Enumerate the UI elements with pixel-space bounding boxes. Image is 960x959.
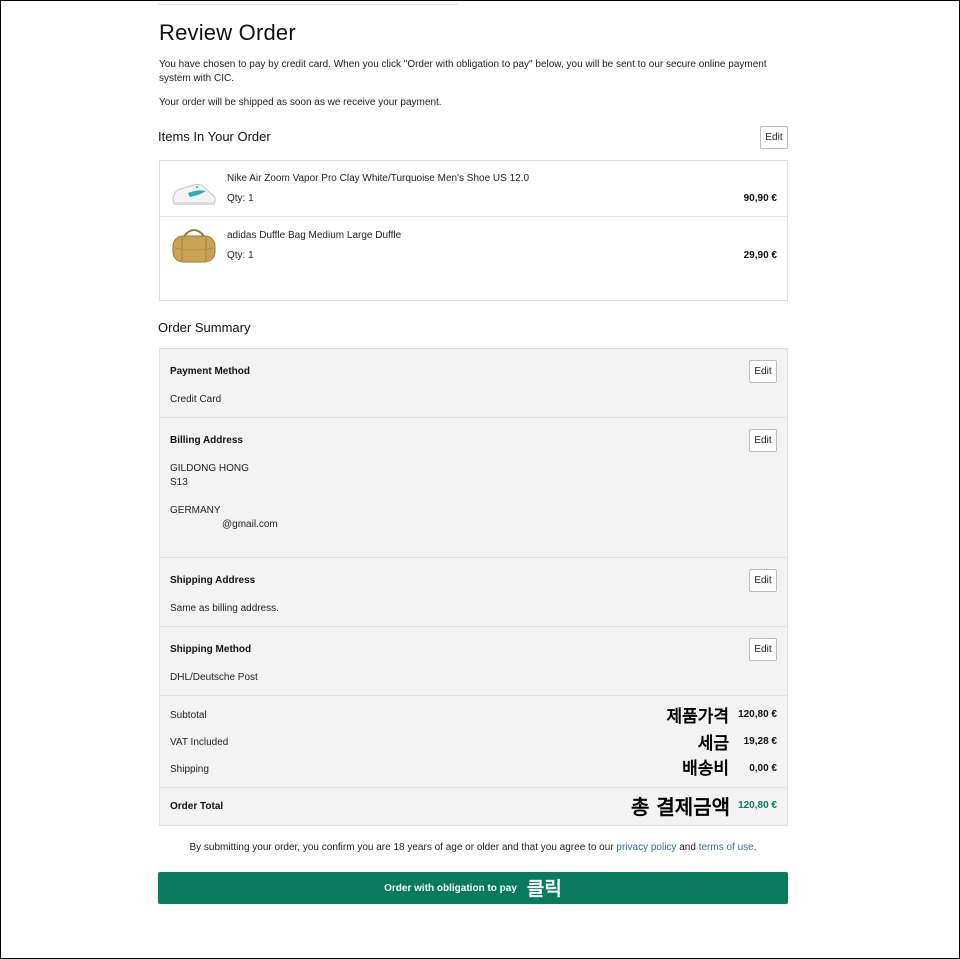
shoe-image — [170, 169, 218, 211]
billing-address-section: Billing Address Edit GILDONG HONG S13 GE… — [160, 418, 787, 558]
payment-method-heading: Payment Method — [170, 366, 251, 377]
order-total-row: Order Total 총 결제금액 120,80 € — [160, 795, 787, 825]
edit-shipping-address-button[interactable]: Edit — [749, 569, 777, 592]
order-summary-title: Order Summary — [158, 320, 251, 335]
subtotal-value: 120,80 € — [738, 709, 777, 720]
shipping-method-section: Shipping Method Edit DHL/Deutsche Post — [160, 627, 787, 696]
item-price: 90,90 € — [743, 193, 777, 204]
intro-text: You have chosen to pay by credit card. W… — [159, 59, 767, 84]
item-name: Nike Air Zoom Vapor Pro Clay White/Turqu… — [227, 173, 530, 184]
order-summary-panel: Payment Method Edit Credit Card Billing … — [159, 348, 788, 826]
billing-country: GERMANY — [170, 505, 221, 516]
terms-prefix: By submitting your order, you confirm yo… — [189, 842, 614, 853]
shipping-method-value: DHL/Deutsche Post — [170, 672, 258, 683]
terms-and: and — [679, 842, 696, 853]
item-price: 29,90 € — [743, 250, 777, 261]
shipping-cost-annotation: 배송비 — [682, 759, 729, 779]
shipping-method-heading: Shipping Method — [170, 644, 252, 655]
shipping-address-value: Same as billing address. — [170, 603, 279, 614]
shipping-cost-value: 0,00 € — [749, 763, 777, 774]
order-total-value: 120,80 € — [738, 800, 777, 811]
billing-line2: S13 — [170, 477, 188, 488]
payment-method-section: Payment Method Edit Credit Card — [160, 349, 787, 418]
payment-method-value: Credit Card — [170, 394, 222, 405]
terms-text: By submitting your order, you confirm yo… — [158, 842, 788, 853]
top-divider — [158, 4, 458, 5]
click-annotation: 클릭 — [526, 877, 562, 900]
edit-items-button[interactable]: Edit — [760, 126, 788, 149]
shipping-address-section: Shipping Address Edit Same as billing ad… — [160, 558, 787, 627]
duffle-bag-image — [170, 222, 218, 264]
shipping-cost-row: Shipping 배송비 0,00 € — [160, 757, 787, 783]
subtotal-label: Subtotal — [170, 710, 207, 721]
vat-row: VAT Included 세금 19,28 € — [160, 730, 787, 756]
page-title: Review Order — [159, 20, 296, 45]
order-total-annotation: 총 결제금액 — [631, 795, 730, 819]
edit-billing-button[interactable]: Edit — [749, 429, 777, 452]
shipping-note: Your order will be shipped as soon as we… — [159, 97, 442, 108]
subtotal-row: Subtotal 제품가격 120,80 € — [160, 703, 787, 729]
order-with-obligation-to-pay-button[interactable]: Order with obligation to pay 클릭 — [158, 872, 788, 904]
item-qty: Qty: 1 — [227, 250, 254, 261]
vat-annotation: 세금 — [697, 734, 729, 754]
list-item: Nike Air Zoom Vapor Pro Clay White/Turqu… — [160, 161, 787, 217]
order-total-label: Order Total — [170, 801, 224, 812]
billing-name: GILDONG HONG — [170, 463, 249, 474]
terms-of-use-link[interactable]: terms of use — [699, 842, 754, 853]
items-list: Nike Air Zoom Vapor Pro Clay White/Turqu… — [159, 160, 788, 301]
shipping-cost-label: Shipping — [170, 764, 209, 775]
vat-label: VAT Included — [170, 737, 229, 748]
subtotal-annotation: 제품가격 — [666, 707, 729, 727]
pay-button-label: Order with obligation to pay — [384, 882, 517, 894]
items-section-title: Items In Your Order — [158, 129, 271, 144]
edit-shipping-method-button[interactable]: Edit — [749, 638, 777, 661]
edit-payment-button[interactable]: Edit — [749, 360, 777, 383]
vat-value: 19,28 € — [743, 736, 777, 747]
list-item: adidas Duffle Bag Medium Large Duffle Qt… — [160, 218, 787, 274]
privacy-policy-link[interactable]: privacy policy — [616, 842, 676, 853]
terms-suffix: . — [753, 842, 757, 853]
shipping-address-heading: Shipping Address — [170, 575, 256, 586]
item-qty: Qty: 1 — [227, 193, 254, 204]
item-name: adidas Duffle Bag Medium Large Duffle — [227, 230, 402, 241]
billing-address-heading: Billing Address — [170, 435, 243, 446]
billing-email: @gmail.com — [222, 519, 278, 530]
totals-section: Subtotal 제품가격 120,80 € VAT Included 세금 1… — [160, 696, 787, 788]
